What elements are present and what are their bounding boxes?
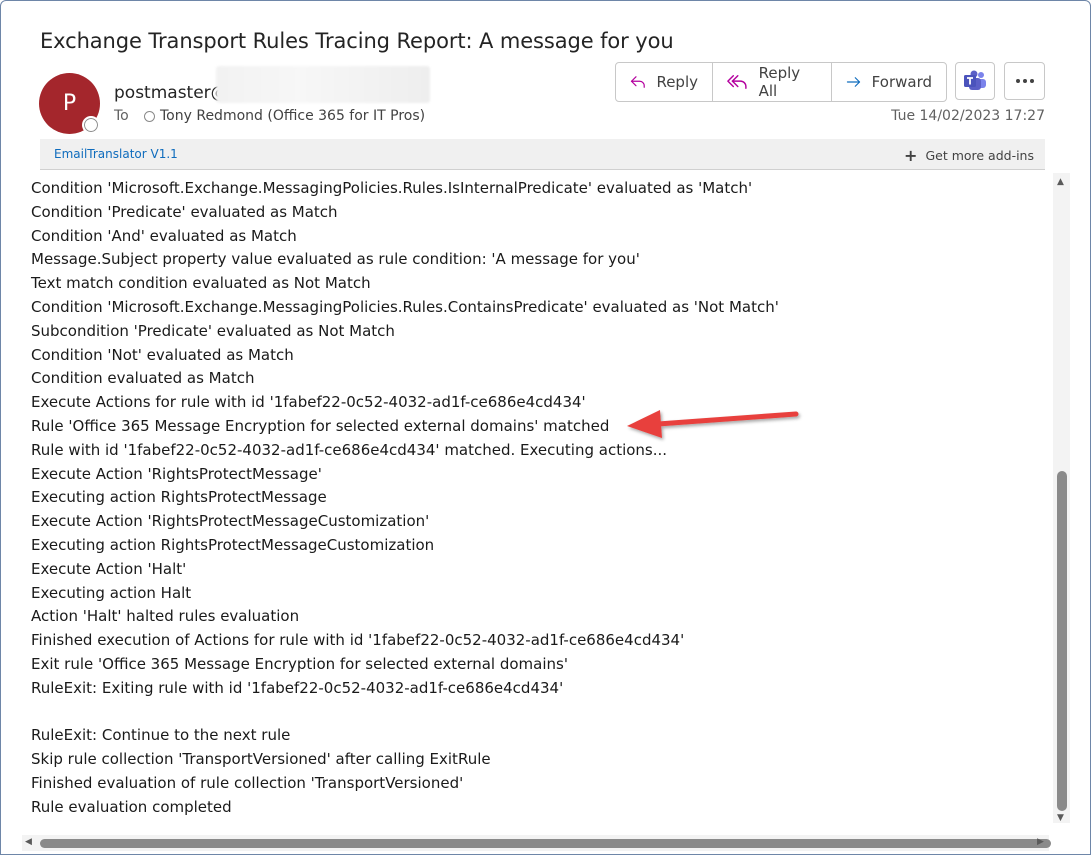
email-translator-addin[interactable]: EmailTranslator V1.1: [54, 147, 178, 161]
body-line: Execute Actions for rule with id '1fabef…: [31, 393, 586, 412]
sender-address[interactable]: postmaster@: [114, 83, 228, 103]
reply-label: Reply: [656, 73, 698, 91]
horizontal-scrollbar[interactable]: ◀ ▶: [22, 835, 1051, 851]
body-line: Execute Action 'Halt': [31, 559, 187, 578]
body-line: Rule evaluation completed: [31, 797, 232, 816]
scroll-left-arrow-icon[interactable]: ◀: [25, 837, 32, 847]
to-label: To: [114, 108, 129, 124]
reply-button[interactable]: Reply: [616, 63, 713, 101]
teams-icon: [964, 70, 986, 90]
more-options-button[interactable]: [1004, 62, 1045, 100]
forward-label: Forward: [871, 73, 932, 91]
body-line: Rule with id '1fabef22-0c52-4032-ad1f-ce…: [31, 440, 668, 459]
body-line: Rule 'Office 365 Message Encryption for …: [31, 416, 610, 435]
get-more-addins-label: Get more add-ins: [925, 148, 1034, 163]
message-actions: Reply Reply All Forward: [615, 62, 947, 102]
body-line: Executing action Halt: [31, 583, 192, 602]
body-line: [31, 701, 1041, 725]
body-line: Condition 'And' evaluated as Match: [31, 226, 297, 245]
body-line: Subcondition 'Predicate' evaluated as No…: [31, 321, 395, 340]
body-line: Finished evaluation of rule collection '…: [31, 773, 464, 792]
body-line: Condition 'Microsoft.Exchange.MessagingP…: [31, 179, 753, 197]
body-line: Text match condition evaluated as Not Ma…: [31, 274, 371, 293]
reply-icon: [630, 76, 645, 88]
recipient-name[interactable]: Tony Redmond (Office 365 for IT Pros): [160, 108, 425, 124]
redacted-sender-domain: [216, 66, 430, 103]
body-line: RuleExit: Continue to the next rule: [31, 726, 291, 745]
body-line: Condition 'Not' evaluated as Match: [31, 345, 294, 364]
body-line: Condition 'Microsoft.Exchange.MessagingP…: [31, 297, 779, 316]
scroll-right-arrow-icon[interactable]: ▶: [1037, 837, 1044, 847]
body-line: Exit rule 'Office 365 Message Encryption…: [31, 654, 568, 673]
plus-icon: +: [904, 146, 918, 165]
addin-bar: EmailTranslator V1.1 + Get more add-ins: [40, 139, 1045, 170]
body-line: Action 'Halt' halted rules evaluation: [31, 607, 300, 626]
message-body: Condition 'Microsoft.Exchange.MessagingP…: [31, 177, 1041, 820]
scroll-up-arrow-icon[interactable]: ▲: [1057, 177, 1064, 187]
presence-status-icon: [82, 116, 100, 134]
message-subject: Exchange Transport Rules Tracing Report:…: [40, 29, 674, 53]
recipient-row: To Tony Redmond (Office 365 for IT Pros): [114, 108, 425, 124]
message-date: Tue 14/02/2023 17:27: [891, 108, 1045, 124]
more-options-icon: [1015, 79, 1034, 83]
scroll-down-arrow-icon[interactable]: ▼: [1057, 813, 1064, 823]
body-line: Condition evaluated as Match: [31, 369, 255, 388]
recipient-presence-icon: [144, 110, 155, 122]
reply-all-icon: [727, 74, 747, 90]
body-line: Message.Subject property value evaluated…: [31, 250, 640, 269]
vertical-scroll-thumb[interactable]: [1057, 471, 1067, 811]
horizontal-scroll-thumb[interactable]: [40, 839, 1051, 848]
body-line: Execute Action 'RightsProtectMessage': [31, 464, 322, 483]
body-line: Finished execution of Actions for rule w…: [31, 631, 685, 650]
share-to-teams-button[interactable]: [955, 62, 995, 100]
vertical-scrollbar[interactable]: ▲ ▼: [1053, 173, 1070, 823]
body-line: RuleExit: Exiting rule with id '1fabef22…: [31, 678, 564, 697]
body-line: Skip rule collection 'TransportVersioned…: [31, 750, 491, 769]
body-line: Executing action RightsProtectMessageCus…: [31, 535, 435, 554]
get-more-addins-button[interactable]: + Get more add-ins: [904, 146, 1034, 165]
forward-button[interactable]: Forward: [832, 63, 946, 101]
avatar-initial: P: [62, 91, 77, 116]
reply-all-label: Reply All: [758, 64, 801, 100]
forward-icon: [846, 77, 861, 87]
body-line: Executing action RightsProtectMessage: [31, 488, 327, 507]
body-line: Condition 'Predicate' evaluated as Match: [31, 202, 338, 221]
reply-all-button[interactable]: Reply All: [713, 63, 832, 101]
body-line: Execute Action 'RightsProtectMessageCust…: [31, 512, 430, 531]
